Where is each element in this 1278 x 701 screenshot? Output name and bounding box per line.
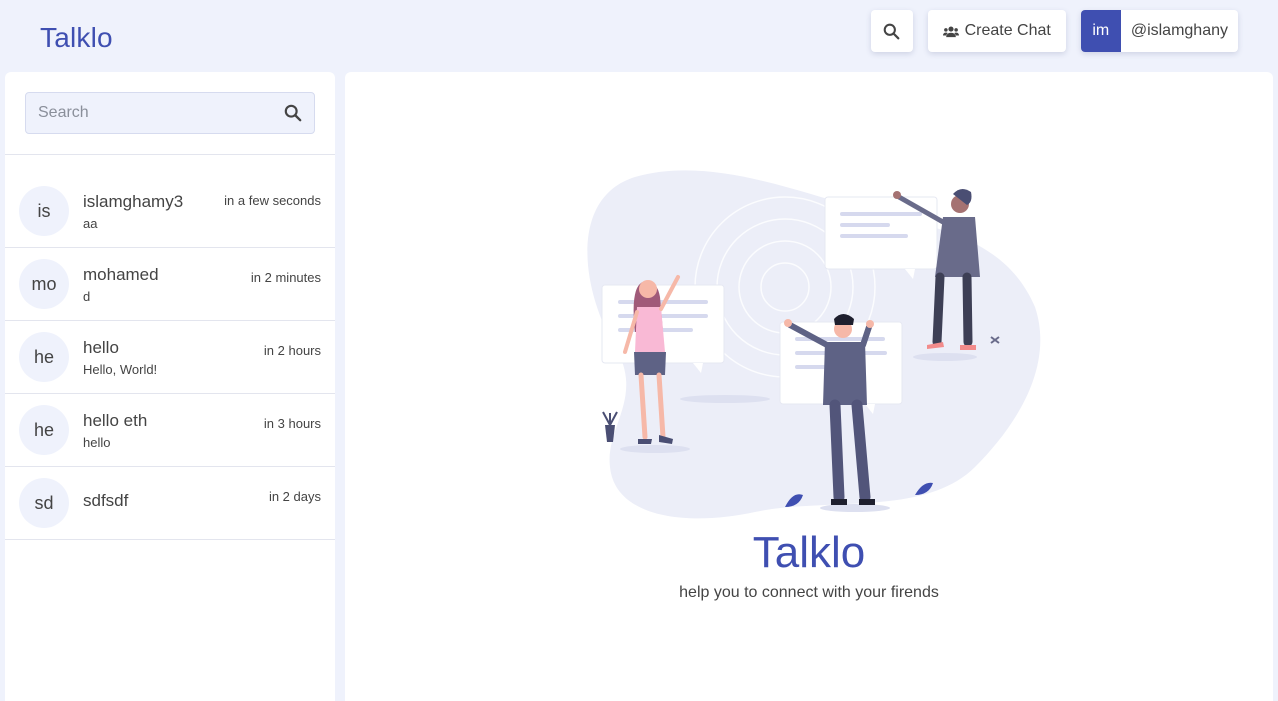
avatar: he xyxy=(19,332,69,382)
avatar: is xyxy=(19,186,69,236)
search-input[interactable] xyxy=(38,104,268,122)
sidebar-search xyxy=(5,72,335,155)
chat-list-item[interactable]: he hello Hello, World! in 2 hours xyxy=(5,321,335,394)
user-handle: @islamghany xyxy=(1130,22,1228,39)
chat-sidebar: is islamghamy3 aa in a few seconds mo mo… xyxy=(5,72,335,701)
app-logo[interactable]: Talklo xyxy=(40,22,113,54)
chat-last-message: aa xyxy=(83,215,98,231)
search-box xyxy=(25,92,315,134)
chat-list-item[interactable]: sd sdfsdf in 2 days xyxy=(5,467,335,540)
chat-last-message: hello xyxy=(83,434,111,450)
people-chatting-illustration xyxy=(587,170,1041,519)
header-actions: Create Chat im @islamghany xyxy=(870,10,1238,52)
chat-list-item[interactable]: mo mohamed d in 2 minutes xyxy=(5,248,335,321)
avatar: he xyxy=(19,405,69,455)
users-icon xyxy=(942,26,959,37)
search-button[interactable] xyxy=(870,10,913,52)
main-title: Talklo xyxy=(752,528,866,577)
user-avatar: im xyxy=(1080,10,1121,52)
avatar: mo xyxy=(19,259,69,309)
chat-last-message: d xyxy=(83,288,91,304)
chat-last-message: Hello, World! xyxy=(83,361,158,377)
create-chat-label: Create Chat xyxy=(964,22,1051,39)
chat-time: in 2 hours xyxy=(263,343,321,358)
chat-list-item[interactable]: he hello eth hello in 3 hours xyxy=(5,394,335,467)
create-chat-button[interactable]: Create Chat xyxy=(927,10,1066,52)
chat-time: in 2 days xyxy=(268,489,321,504)
chat-time: in 2 minutes xyxy=(250,270,321,285)
main-subtitle: help you to connect with your firends xyxy=(679,584,939,601)
chat-time: in a few seconds xyxy=(224,193,321,208)
chat-list-item[interactable]: is islamghamy3 aa in a few seconds xyxy=(5,155,335,248)
avatar: sd xyxy=(19,478,69,528)
user-menu[interactable]: im @islamghany xyxy=(1080,10,1238,52)
chat-list: is islamghamy3 aa in a few seconds mo mo… xyxy=(5,155,335,540)
search-icon[interactable] xyxy=(284,104,302,122)
search-icon xyxy=(883,23,900,39)
chat-time: in 3 hours xyxy=(263,416,321,431)
main-panel: Talklo help you to connect with your fir… xyxy=(345,72,1273,701)
